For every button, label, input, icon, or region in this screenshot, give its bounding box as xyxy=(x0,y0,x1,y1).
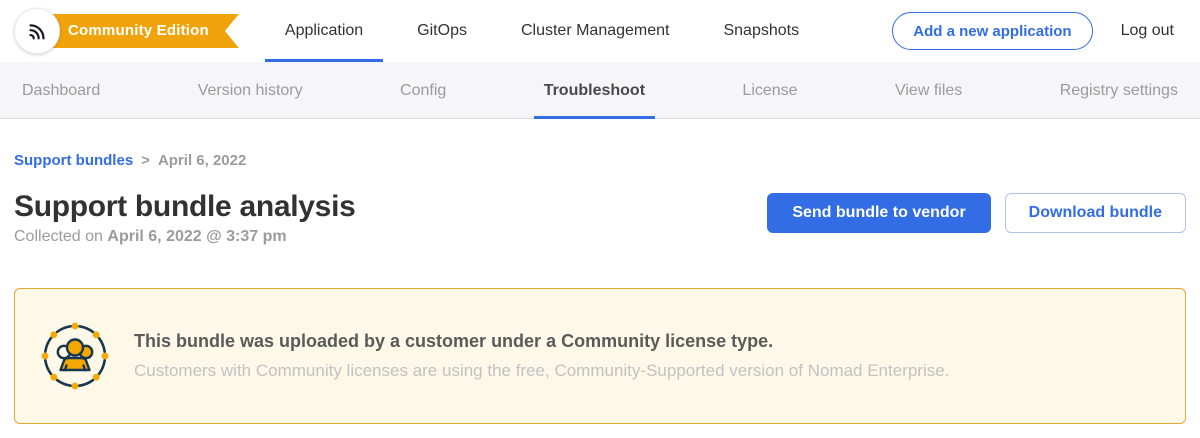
send-bundle-to-vendor-button[interactable]: Send bundle to vendor xyxy=(767,193,990,233)
alert-title: This bundle was uploaded by a customer u… xyxy=(134,331,949,352)
subnav-item-version-history[interactable]: Version history xyxy=(188,62,313,118)
logout-link[interactable]: Log out xyxy=(1121,22,1174,40)
community-license-alert: This bundle was uploaded by a customer u… xyxy=(14,288,1186,424)
title-row: Support bundle analysis Collected on Apr… xyxy=(14,189,1186,246)
replicated-logo-glyph xyxy=(24,18,50,44)
brand: Community Edition xyxy=(14,8,239,54)
nav-item-snapshots[interactable]: Snapshots xyxy=(703,0,819,62)
download-bundle-button[interactable]: Download bundle xyxy=(1005,193,1186,233)
subnav-item-config[interactable]: Config xyxy=(390,62,456,118)
main-nav: Application GitOps Cluster Management Sn… xyxy=(265,0,833,62)
subnav-item-registry-settings[interactable]: Registry settings xyxy=(1050,62,1188,118)
breadcrumb: Support bundles > April 6, 2022 xyxy=(14,152,1186,169)
main-content: Support bundles > April 6, 2022 Support bu… xyxy=(0,152,1200,424)
breadcrumb-support-bundles-link[interactable]: Support bundles xyxy=(14,152,133,169)
bundle-actions: Send bundle to vendor Download bundle xyxy=(767,193,1186,233)
page-title: Support bundle analysis xyxy=(14,189,355,225)
top-navigation-bar: Community Edition Application GitOps Clu… xyxy=(0,0,1200,62)
collected-prefix: Collected on xyxy=(14,228,107,245)
collected-date: April 6, 2022 @ 3:37 pm xyxy=(107,228,286,245)
subnav-item-view-files[interactable]: View files xyxy=(885,62,972,118)
community-edition-badge: Community Edition xyxy=(48,14,239,48)
nav-item-cluster-management[interactable]: Cluster Management xyxy=(501,0,690,62)
nav-item-gitops[interactable]: GitOps xyxy=(397,0,487,62)
collected-timestamp: Collected on April 6, 2022 @ 3:37 pm xyxy=(14,228,355,246)
breadcrumb-current: April 6, 2022 xyxy=(158,152,246,169)
add-new-application-button[interactable]: Add a new application xyxy=(892,12,1092,50)
community-people-icon xyxy=(41,322,109,390)
title-block: Support bundle analysis Collected on Apr… xyxy=(14,189,355,246)
nav-item-application[interactable]: Application xyxy=(265,0,383,62)
subnav-item-dashboard[interactable]: Dashboard xyxy=(12,62,110,118)
subnav-item-troubleshoot[interactable]: Troubleshoot xyxy=(534,62,655,118)
app-sub-navigation: Dashboard Version history Config Trouble… xyxy=(0,62,1200,119)
alert-text: This bundle was uploaded by a customer u… xyxy=(134,331,949,381)
alert-description: Customers with Community licenses are us… xyxy=(134,361,949,381)
replicated-logo-icon[interactable] xyxy=(14,8,60,54)
subnav-item-license[interactable]: License xyxy=(732,62,807,118)
breadcrumb-separator: > xyxy=(141,152,150,169)
topnav-right: Add a new application Log out xyxy=(892,12,1174,50)
